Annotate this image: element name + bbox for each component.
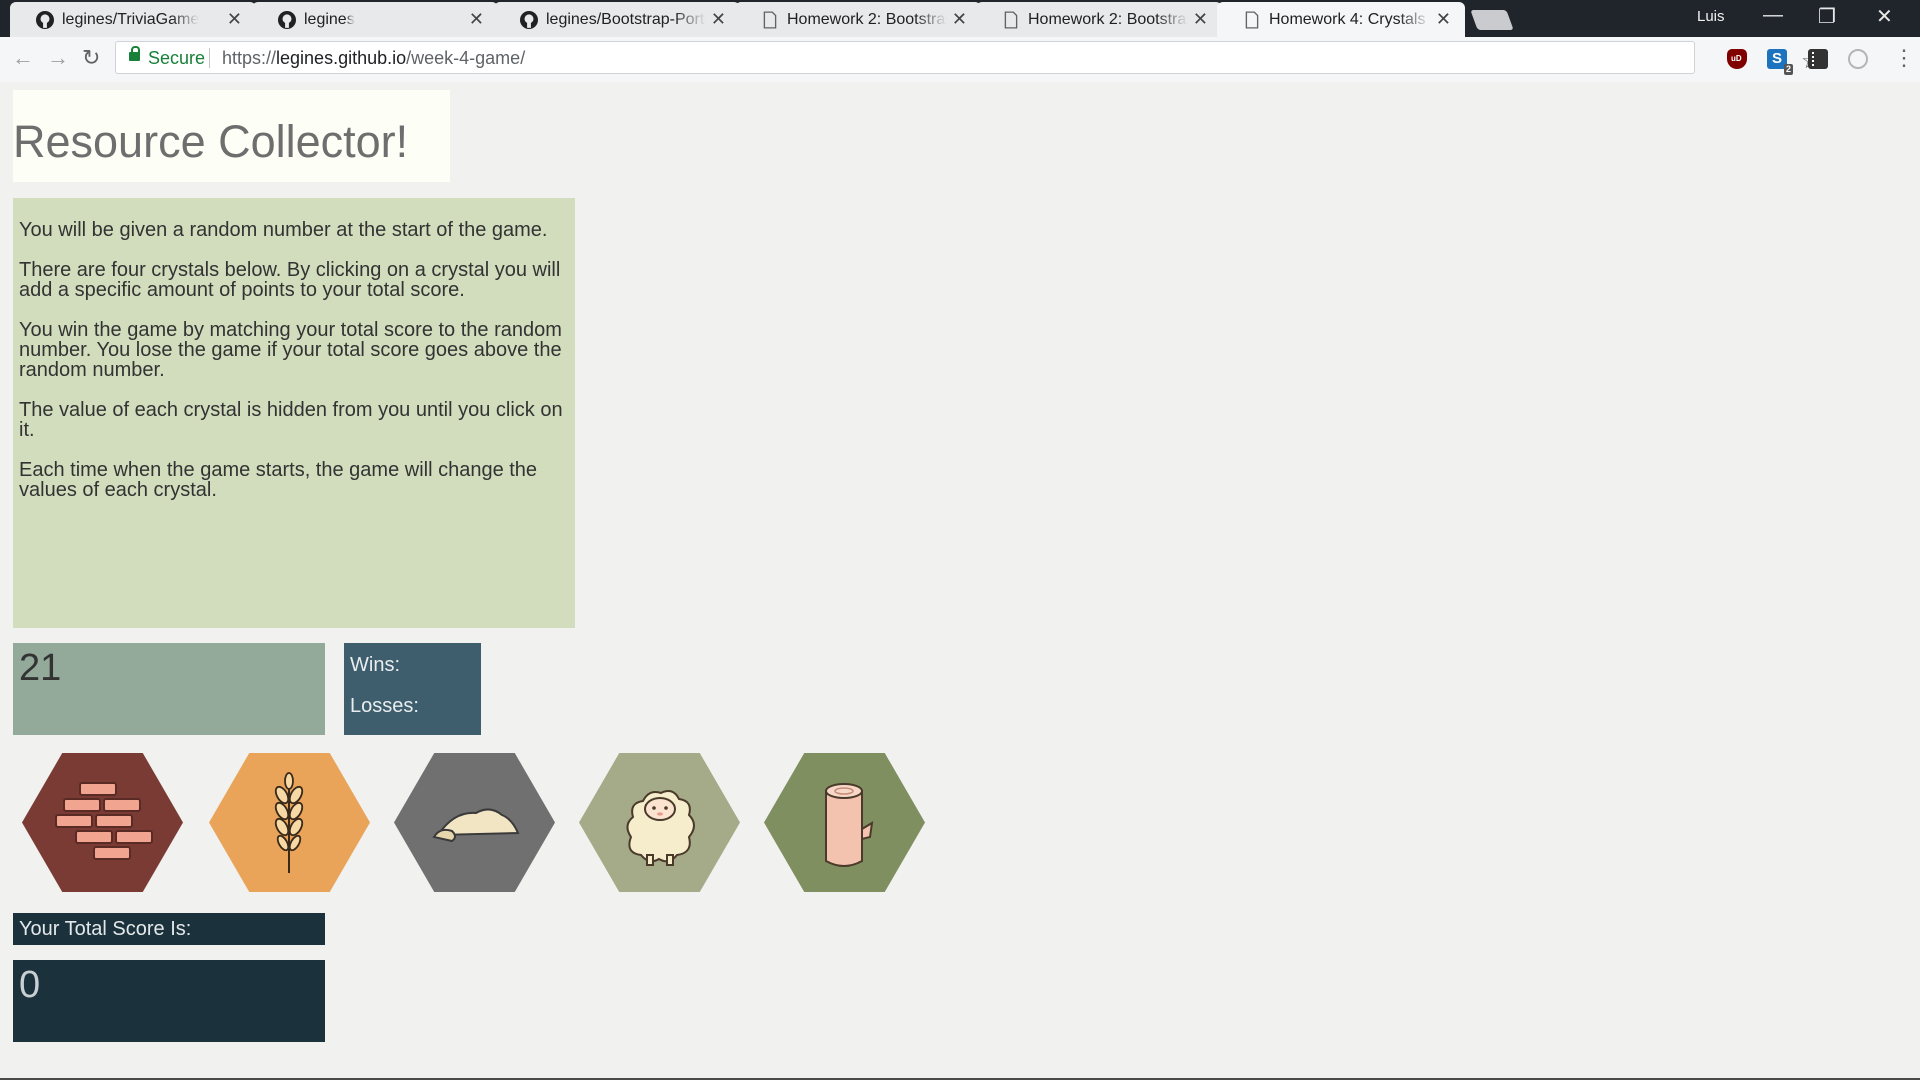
total-score-label: Your Total Score Is: (19, 918, 192, 940)
page-icon (1004, 11, 1018, 29)
close-icon[interactable]: ✕ (1436, 10, 1451, 28)
ore-icon (432, 808, 520, 843)
title-box: Resource Collector! (13, 90, 450, 182)
log-icon (825, 783, 874, 867)
tab-trivia-game[interactable]: legines/TriviaGame ✕ (10, 2, 256, 37)
maximize-icon[interactable]: ❐ (1818, 4, 1836, 29)
new-tab-button[interactable] (1470, 10, 1514, 30)
github-icon (520, 11, 538, 29)
tab-title: Homework 2: Bootstrap Portfolio (1028, 10, 1188, 28)
close-icon[interactable]: ✕ (1193, 10, 1208, 28)
crystal-wool-button[interactable] (579, 753, 740, 892)
extension-badge-count: 2 (1783, 64, 1793, 75)
page-icon (1245, 11, 1259, 29)
page-icon (763, 11, 777, 29)
back-icon[interactable]: ← (12, 46, 34, 70)
crystal-ore-button[interactable] (394, 753, 555, 892)
sheep-icon (626, 790, 695, 866)
tab-homework-2-b[interactable]: Homework 2: Bootstrap Portfolio ✕ (976, 2, 1222, 37)
tab-title: legines/TriviaGame (62, 10, 200, 28)
url-path: /week-4-game/ (406, 48, 526, 68)
win-loss-box: Wins: Losses: (344, 643, 481, 735)
tab-homework-2-a[interactable]: Homework 2: Bootstrap Portfolio ✕ (735, 2, 981, 37)
security-label[interactable]: Secure (148, 48, 205, 69)
circle-extension-icon[interactable] (1848, 49, 1868, 69)
url-scheme: https:// (222, 48, 277, 68)
wins-label: Wins: (350, 654, 400, 676)
tab-bootstrap-portfolio-repo[interactable]: legines/Bootstrap-Portfolio ✕ (494, 2, 740, 37)
address-bar[interactable]: Secure https://legines.github.io/week-4-… (115, 41, 1821, 74)
ublock-extension-icon[interactable]: uD (1727, 49, 1747, 69)
brick-icon (55, 782, 153, 860)
tab-strip: legines/TriviaGame ✕ legines ✕ legines/B… (0, 0, 1920, 37)
close-icon[interactable]: ✕ (952, 10, 967, 28)
crystal-wheat-button[interactable] (209, 753, 370, 892)
instruction-text: You will be given a random number at the… (19, 219, 548, 241)
instruction-text: The value of each crystal is hidden from… (19, 399, 563, 441)
s-extension-icon[interactable]: S2 (1767, 49, 1793, 75)
s-extension-label: S (1771, 50, 1782, 67)
close-icon[interactable]: ✕ (711, 10, 726, 28)
page-content: Resource Collector! You will be given a … (0, 82, 1920, 1080)
close-icon[interactable]: ✕ (469, 10, 484, 28)
browser-toolbar: ← → ↻ Secure https://legines.github.io/w… (0, 37, 1920, 83)
total-score-box: 0 (13, 960, 325, 1042)
tab-title: legines/Bootstrap-Portfolio (546, 10, 706, 28)
tab-title: Homework 2: Bootstrap Portfolio (787, 10, 947, 28)
instructions-panel: You will be given a random number at the… (13, 198, 575, 628)
window-close-icon[interactable]: ✕ (1876, 4, 1893, 29)
instruction-text: There are four crystals below. By clicki… (19, 259, 561, 301)
reload-icon[interactable]: ↻ (82, 46, 100, 70)
url-divider (209, 48, 210, 68)
url-host: legines.github.io (276, 48, 407, 68)
wheat-icon (274, 772, 304, 873)
total-score-value: 0 (19, 964, 41, 1006)
tab-title: Homework 4: Crystals Collector (1269, 10, 1431, 28)
tab-title: legines (304, 10, 355, 28)
target-number-box: 21 (13, 643, 325, 735)
losses-label: Losses: (350, 695, 419, 717)
browser-menu-icon[interactable]: ⋮ (1893, 46, 1915, 70)
target-number: 21 (19, 647, 62, 689)
github-icon (278, 11, 296, 29)
crystal-brick-button[interactable] (22, 753, 183, 892)
crystal-wood-button[interactable] (764, 753, 925, 892)
close-icon[interactable]: ✕ (227, 10, 242, 28)
sheep-face (644, 797, 676, 821)
forward-icon[interactable]: → (47, 46, 69, 70)
github-icon (36, 11, 54, 29)
minimize-icon[interactable]: — (1763, 4, 1783, 27)
tab-legines[interactable]: legines ✕ (252, 2, 498, 37)
tab-homework-4-active[interactable]: Homework 4: Crystals Collector ✕ (1217, 2, 1465, 37)
instruction-text: You win the game by matching your total … (19, 319, 562, 381)
url-text[interactable]: https://legines.github.io/week-4-game/ (222, 48, 525, 69)
page-title: Resource Collector! (13, 116, 409, 167)
profile-name[interactable]: Luis (1697, 8, 1725, 25)
ublock-badge: uD (1731, 54, 1742, 63)
film-extension-icon[interactable] (1808, 49, 1828, 69)
instruction-text: Each time when the game starts, the game… (19, 459, 538, 501)
total-score-label-box: Your Total Score Is: (13, 913, 325, 945)
lock-icon (129, 46, 140, 61)
